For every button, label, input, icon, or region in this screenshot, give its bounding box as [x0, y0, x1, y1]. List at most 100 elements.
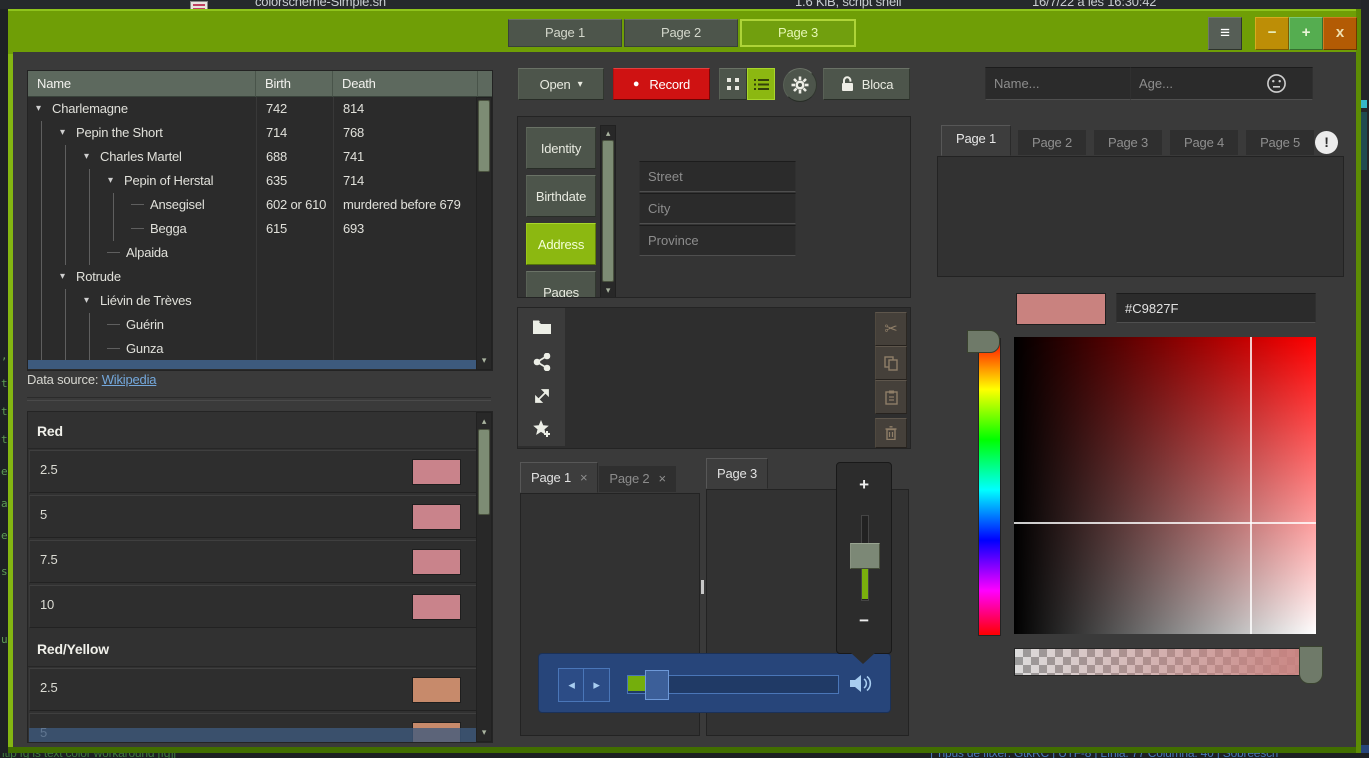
color-swatch-preview[interactable]: [1016, 293, 1106, 325]
hue-slider-handle[interactable]: [967, 330, 1000, 353]
list-item[interactable]: 2.5: [29, 450, 477, 493]
wikipedia-link[interactable]: Wikipedia: [102, 372, 157, 387]
list-item[interactable]: 7.5: [29, 540, 477, 583]
sidebar-item-identity[interactable]: Identity: [526, 127, 596, 169]
notebook-tab-page3[interactable]: Page 3: [706, 458, 768, 489]
zoom-in-button[interactable]: +: [837, 475, 891, 495]
city-field[interactable]: [639, 193, 796, 224]
list-scrollbar-thumb[interactable]: [478, 429, 490, 515]
list-scrollbar[interactable]: ▴ ▾: [476, 412, 492, 742]
volume-icon[interactable]: [849, 673, 873, 694]
stack-scrollbar-thumb[interactable]: [602, 140, 614, 282]
alpha-slider[interactable]: [1014, 648, 1318, 676]
table-row[interactable]: Gunza: [28, 337, 492, 361]
hamburger-menu-button[interactable]: ≡: [1208, 17, 1242, 50]
expander-icon[interactable]: ▾: [84, 289, 100, 313]
close-button[interactable]: x: [1323, 17, 1357, 50]
table-row[interactable]: ▾Rotrude: [28, 265, 492, 289]
column-header-death[interactable]: Death: [333, 71, 478, 97]
list-item[interactable]: 5: [29, 713, 477, 743]
tab-page-4[interactable]: Page 4: [1169, 129, 1239, 156]
tree-selected-row-partial[interactable]: [28, 360, 476, 369]
tree-scrollbar[interactable]: ▾: [476, 97, 492, 370]
tree-death-cell: 741: [333, 145, 477, 169]
expander-icon[interactable]: ▾: [108, 169, 124, 193]
tree-scrollbar-thumb[interactable]: [478, 100, 490, 172]
list-scroll-down-icon[interactable]: ▾: [477, 727, 491, 738]
table-row[interactable]: ▾Charles Martel688741: [28, 145, 492, 169]
name-input[interactable]: [985, 67, 1144, 100]
table-row[interactable]: ▾Pepin of Herstal635714: [28, 169, 492, 193]
delete-button[interactable]: [875, 418, 907, 448]
background-file-row: colorscheme-Simple.sh 1.6 KiB, script sh…: [0, 0, 1369, 9]
table-row[interactable]: Ansegisel602 or 610murdered before 679: [28, 193, 492, 217]
tab-page-5[interactable]: Page 5: [1245, 129, 1315, 156]
tree-scroll-down-icon[interactable]: ▾: [477, 355, 491, 366]
table-row[interactable]: ▾Pepin the Short714768: [28, 121, 492, 145]
star-new-icon[interactable]: [532, 419, 552, 439]
titlebar-tab-page-1[interactable]: Page 1: [508, 19, 622, 47]
folder-icon[interactable]: [532, 319, 552, 335]
seek-slider-handle[interactable]: [645, 670, 669, 700]
expander-icon[interactable]: ▾: [60, 265, 76, 289]
column-header-birth[interactable]: Birth: [256, 71, 333, 97]
smiley-icon[interactable]: [1266, 73, 1287, 94]
hex-color-input[interactable]: [1116, 293, 1316, 323]
stack-scrollbar[interactable]: ▴ ▾: [600, 125, 616, 298]
hue-slider[interactable]: [978, 338, 1001, 636]
share-icon[interactable]: [533, 353, 551, 371]
tab-close-icon[interactable]: ×: [658, 466, 665, 492]
saturation-value-plane[interactable]: [1014, 337, 1316, 634]
list-item[interactable]: 5: [29, 495, 477, 538]
maximize-button[interactable]: +: [1289, 17, 1323, 50]
expander-icon[interactable]: ▾: [60, 121, 76, 145]
notebook-tab-page-1[interactable]: Page 1×: [520, 462, 598, 493]
stack-scroll-up-icon[interactable]: ▴: [601, 128, 615, 139]
settings-button[interactable]: [783, 68, 817, 102]
list-scroll-up-icon[interactable]: ▴: [477, 416, 491, 427]
titlebar-tab-page-2[interactable]: Page 2: [624, 19, 738, 47]
street-field[interactable]: [639, 161, 796, 192]
expand-icon[interactable]: [533, 387, 551, 405]
province-field[interactable]: [639, 225, 796, 256]
minimize-button[interactable]: −: [1255, 17, 1289, 50]
zoom-slider-handle[interactable]: [850, 543, 880, 569]
sidebar-item-pages[interactable]: Pages: [526, 271, 596, 298]
tab-page-1[interactable]: Page 1: [941, 125, 1011, 156]
next-button[interactable]: ▸: [583, 668, 610, 702]
expander-icon[interactable]: ▾: [84, 145, 100, 169]
notebook-tab-page-2[interactable]: Page 2×: [598, 465, 676, 493]
expander-icon[interactable]: ▾: [36, 97, 52, 121]
sidebar-item-birthdate[interactable]: Birthdate: [526, 175, 596, 217]
open-button[interactable]: Open ▾: [518, 68, 604, 100]
titlebar-tab-page-3[interactable]: Page 3: [740, 19, 856, 47]
alpha-slider-handle[interactable]: [1299, 646, 1323, 684]
table-row[interactable]: Alpaida: [28, 241, 492, 265]
warning-badge[interactable]: !: [1315, 131, 1338, 154]
list-view-toggle[interactable]: [747, 68, 775, 100]
record-button[interactable]: ● Record: [613, 68, 710, 100]
stack-scroll-down-icon[interactable]: ▾: [601, 285, 615, 296]
list-item[interactable]: 10: [29, 585, 477, 628]
list-item[interactable]: 2.5: [29, 668, 477, 711]
sidebar-item-address[interactable]: Address: [526, 223, 596, 265]
paste-button[interactable]: [875, 380, 907, 414]
copy-button[interactable]: [875, 346, 907, 380]
titlebar[interactable]: Page 1Page 2Page 3 ≡ − + x: [8, 9, 1356, 54]
tab-page-3[interactable]: Page 3: [1093, 129, 1163, 156]
lock-button[interactable]: Bloca: [823, 68, 910, 100]
table-row[interactable]: Guérin: [28, 313, 492, 337]
zoom-out-button[interactable]: −: [837, 611, 891, 631]
column-header-name[interactable]: Name: [28, 71, 256, 97]
pane-splitter-handle[interactable]: [701, 580, 704, 594]
grid-view-toggle[interactable]: [719, 68, 747, 100]
cut-button[interactable]: ✂: [875, 312, 907, 346]
tab-page-2[interactable]: Page 2: [1017, 129, 1087, 156]
table-row[interactable]: Begga615693: [28, 217, 492, 241]
tab-close-icon[interactable]: ×: [580, 465, 587, 491]
family-tree-view[interactable]: Name Birth Death ▾Charlemagne742814▾Pepi…: [27, 70, 493, 371]
previous-button[interactable]: ◂: [558, 668, 585, 702]
color-scale-list[interactable]: Red2.557.510Red/Yellow2.55 ▴ ▾: [27, 411, 493, 743]
table-row[interactable]: ▾Charlemagne742814: [28, 97, 492, 121]
table-row[interactable]: ▾Liévin de Trèves: [28, 289, 492, 313]
